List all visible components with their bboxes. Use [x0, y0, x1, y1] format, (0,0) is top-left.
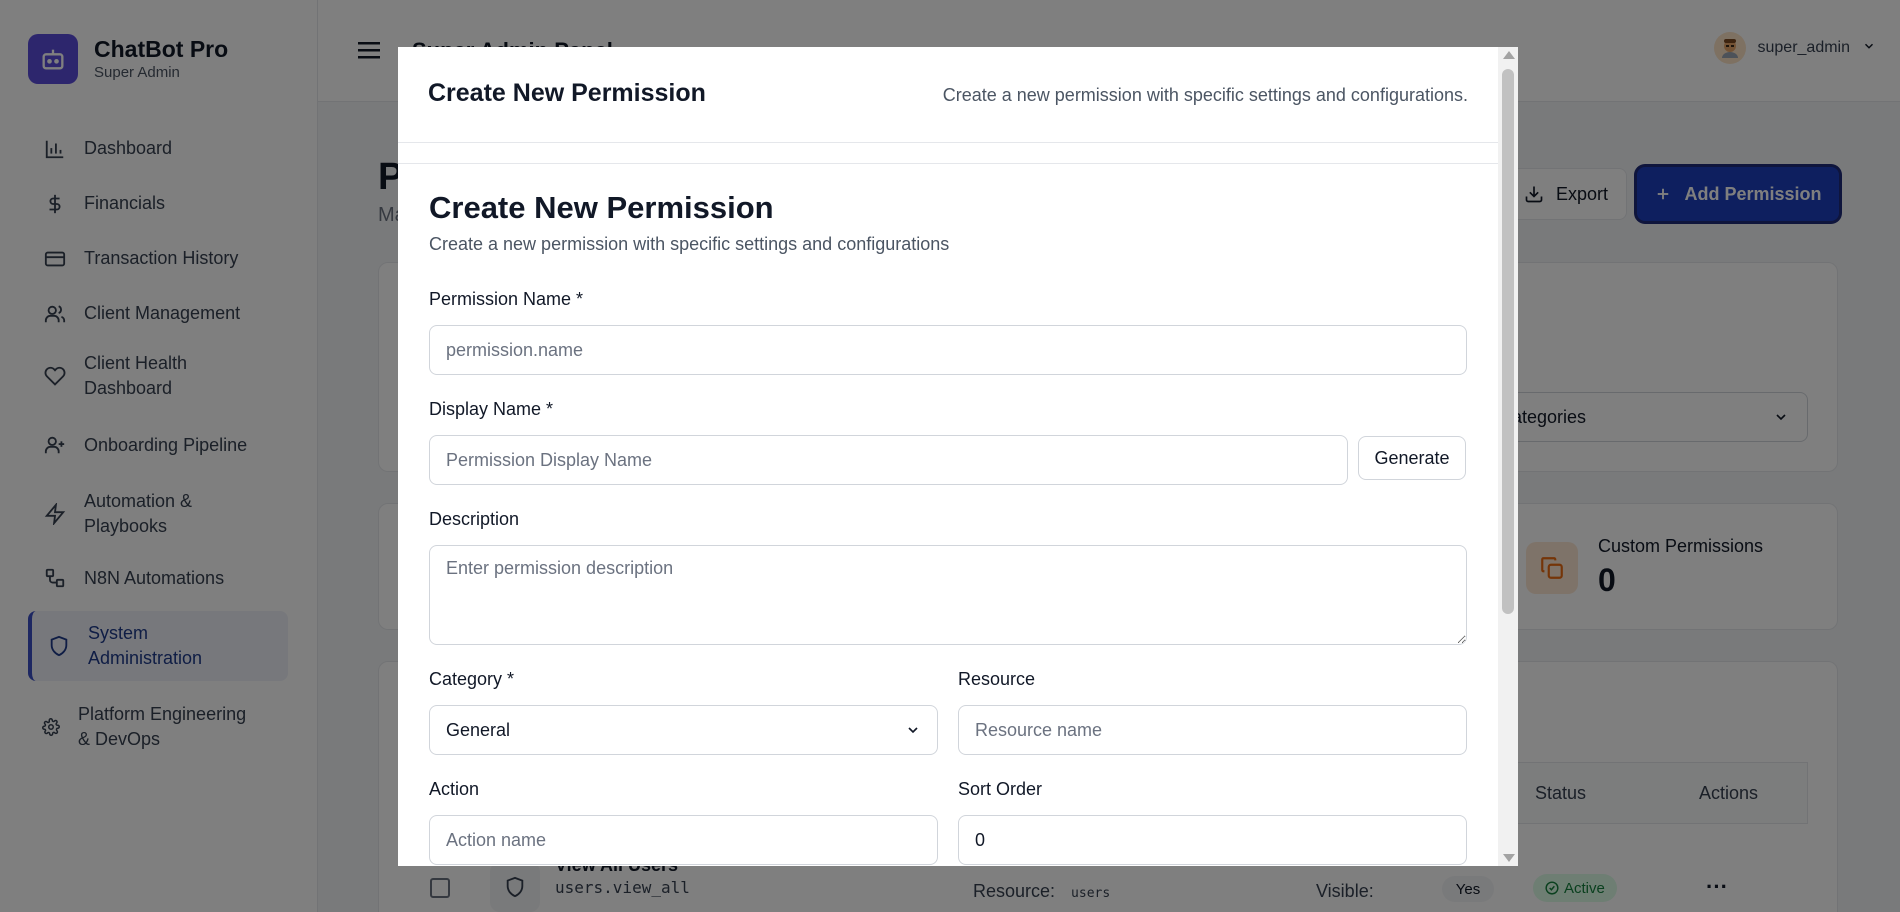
generate-button[interactable]: Generate [1358, 436, 1466, 480]
category-value: General [446, 719, 511, 740]
chevron-down-icon [905, 722, 921, 738]
modal-title: Create New Permission [428, 79, 706, 107]
modal-header: Create New Permission Create a new permi… [398, 47, 1498, 143]
scrollbar-thumb[interactable] [1502, 69, 1514, 614]
modal-scrollbar[interactable] [1498, 47, 1518, 866]
form-title: Create New Permission [429, 190, 774, 225]
action-label: Action [429, 779, 480, 799]
description-label: Description [429, 509, 520, 529]
sort-order-label: Sort Order [958, 779, 1043, 799]
resource-input[interactable] [958, 705, 1467, 755]
description-textarea[interactable] [429, 545, 1467, 645]
category-select[interactable]: General [429, 705, 938, 755]
scroll-up-arrow-icon[interactable] [1503, 51, 1515, 59]
create-permission-modal: Create New Permission Create a new permi… [398, 47, 1518, 866]
permission-form: Create New Permission Create a new permi… [398, 163, 1498, 866]
permission-name-label: Permission Name * [429, 289, 584, 309]
modal-description: Create a new permission with specific se… [942, 85, 1468, 105]
action-input[interactable] [429, 815, 938, 865]
permission-name-input[interactable] [429, 325, 1467, 375]
resource-label: Resource [958, 669, 1036, 689]
sort-order-input[interactable] [958, 815, 1467, 865]
display-name-input[interactable] [429, 435, 1348, 485]
form-description: Create a new permission with specific se… [429, 234, 950, 254]
display-name-label: Display Name * [429, 399, 554, 419]
scroll-down-arrow-icon[interactable] [1503, 854, 1515, 862]
category-label: Category * [429, 669, 515, 689]
